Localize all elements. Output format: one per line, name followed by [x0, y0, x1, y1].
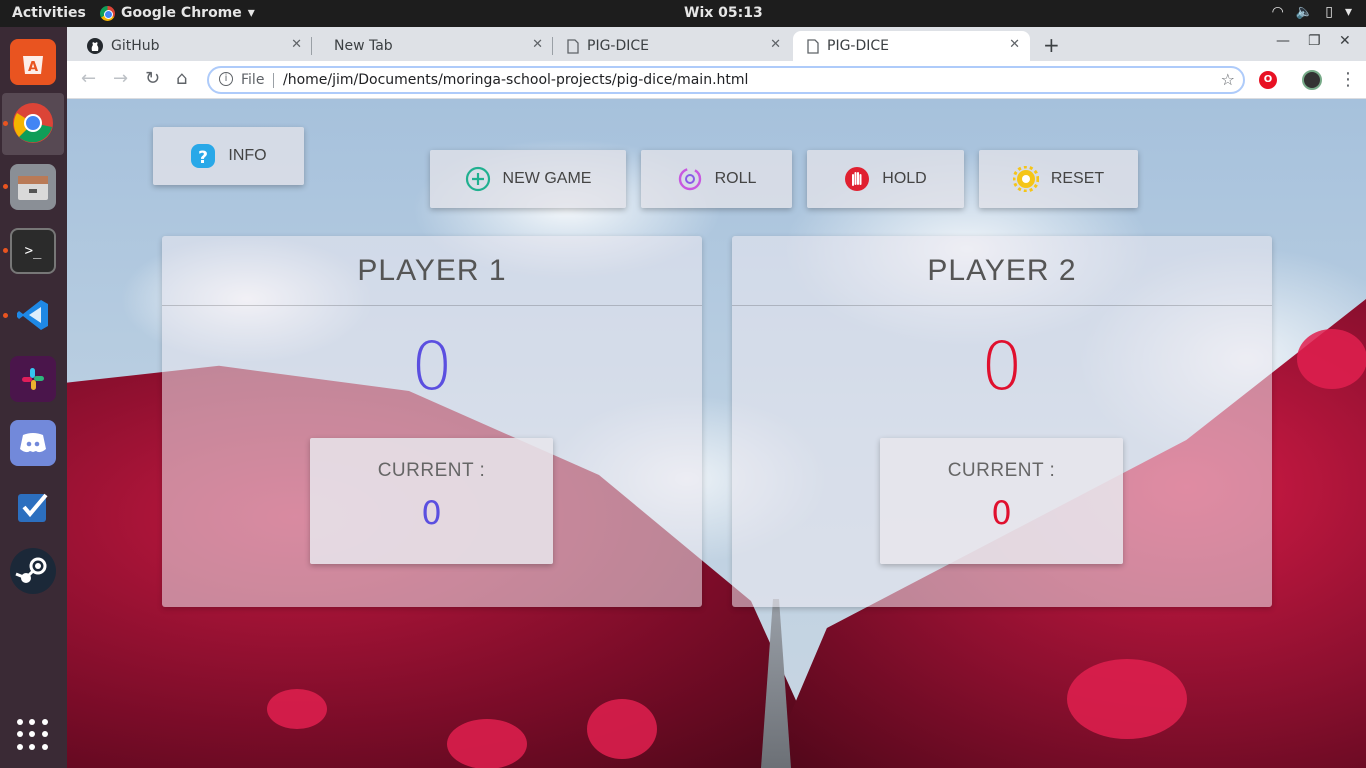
- current-label: CURRENT :: [947, 460, 1056, 481]
- wifi-icon: ◠: [1271, 4, 1284, 20]
- hold-button-label: HOLD: [882, 170, 927, 187]
- new-tab-button[interactable]: +: [1043, 33, 1060, 57]
- tab-pig-dice-active[interactable]: PIG-DICE ✕: [793, 31, 1030, 61]
- tab-pig-dice[interactable]: PIG-DICE ✕: [553, 31, 791, 61]
- battery-icon: ▯: [1325, 4, 1333, 20]
- volume-icon: 🔈: [1295, 4, 1314, 20]
- close-tab-icon[interactable]: ✕: [1009, 37, 1020, 52]
- running-indicator: [3, 313, 8, 318]
- system-top-bar: Activities Google Chrome ▾ Wix 05:13 ◠ 🔈…: [0, 0, 1366, 27]
- info-button-label: INFO: [228, 147, 267, 164]
- reset-button-label: RESET: [1050, 170, 1105, 187]
- page-icon: [807, 38, 819, 54]
- minimize-button[interactable]: —: [1276, 33, 1290, 49]
- system-tray[interactable]: ◠ 🔈 ▯ ▾: [1272, 4, 1352, 20]
- page-icon: [567, 38, 579, 54]
- files-icon[interactable]: [10, 164, 56, 210]
- player-2-name: PLAYER 2: [732, 236, 1272, 306]
- browser-toolbar: ← → ↻ ⌂ i File /home/jim/Documents/morin…: [67, 61, 1366, 99]
- new-game-button-label: NEW GAME: [502, 170, 592, 187]
- address-bar[interactable]: i File /home/jim/Documents/moringa-schoo…: [207, 66, 1245, 94]
- svg-text:?: ?: [198, 148, 208, 168]
- player-2-card: PLAYER 2 0 CURRENT : 0: [732, 236, 1272, 607]
- hand-stop-icon: [844, 166, 870, 192]
- close-tab-icon[interactable]: ✕: [770, 37, 781, 52]
- reload-icon[interactable]: ↻: [145, 68, 160, 89]
- slack-icon[interactable]: [10, 356, 56, 402]
- close-tab-icon[interactable]: ✕: [532, 37, 543, 52]
- reset-button[interactable]: RESET: [979, 150, 1138, 208]
- tab-title: New Tab: [334, 38, 393, 54]
- forward-arrow-icon[interactable]: →: [113, 68, 128, 89]
- chrome-menu-icon[interactable]: ⋮: [1339, 69, 1357, 90]
- running-indicator: [3, 121, 8, 126]
- reset-gear-icon: [1012, 166, 1039, 192]
- background-flower: [447, 719, 527, 768]
- tab-strip: GitHub ✕ New Tab ✕ PIG-DICE ✕ PIG-DICE ✕…: [67, 27, 1366, 61]
- svg-text:A: A: [28, 60, 38, 75]
- profile-avatar-icon[interactable]: [1302, 70, 1322, 90]
- tab-github[interactable]: GitHub ✕: [67, 31, 312, 61]
- running-indicator: [3, 184, 8, 189]
- tab-title: PIG-DICE: [827, 38, 890, 54]
- app-menu-label: Google Chrome: [121, 5, 242, 21]
- chrome-window: GitHub ✕ New Tab ✕ PIG-DICE ✕ PIG-DICE ✕…: [67, 27, 1366, 768]
- roll-button[interactable]: ROLL: [641, 150, 792, 208]
- roll-refresh-icon: [677, 166, 703, 192]
- plus-circle-icon: [465, 166, 491, 192]
- home-icon[interactable]: ⌂: [176, 68, 187, 89]
- scheme-label: File: [241, 72, 265, 88]
- tab-title: PIG-DICE: [587, 38, 650, 54]
- tab-new-tab[interactable]: New Tab ✕: [312, 31, 553, 61]
- player-2-current-value: 0: [991, 494, 1012, 532]
- github-icon: [87, 38, 103, 54]
- terminal-icon[interactable]: >_: [10, 228, 56, 274]
- player-2-score: 0: [981, 328, 1023, 405]
- background-flower: [1067, 659, 1187, 739]
- player-2-current-box: CURRENT : 0: [880, 438, 1123, 564]
- discord-icon[interactable]: [10, 420, 56, 466]
- app-menu[interactable]: Google Chrome ▾: [100, 5, 255, 21]
- player-1-name: PLAYER 1: [162, 236, 702, 306]
- player-1-card: PLAYER 1 0 CURRENT : 0: [162, 236, 702, 607]
- background-flower: [1297, 329, 1366, 389]
- help-icon: ?: [190, 143, 216, 169]
- background-flower: [267, 689, 327, 729]
- show-applications-icon[interactable]: [17, 719, 49, 751]
- player-1-current-value: 0: [421, 494, 442, 532]
- player-1-current-box: CURRENT : 0: [310, 438, 553, 564]
- caret-down-icon: ▾: [247, 5, 255, 21]
- steam-icon[interactable]: [10, 548, 56, 594]
- background-flower: [587, 699, 657, 759]
- omnibox-divider: [273, 73, 274, 88]
- caret-down-icon: ▾: [1344, 4, 1352, 20]
- close-window-button[interactable]: ✕: [1339, 33, 1351, 49]
- info-icon[interactable]: i: [219, 72, 233, 86]
- current-label: CURRENT :: [377, 460, 486, 481]
- player-1-score: 0: [411, 328, 453, 405]
- new-game-button[interactable]: NEW GAME: [430, 150, 626, 208]
- restore-button[interactable]: ❐: [1308, 33, 1321, 49]
- extension-icon[interactable]: O: [1259, 71, 1277, 89]
- dock: A >_: [0, 27, 67, 768]
- info-button[interactable]: ? INFO: [153, 127, 304, 185]
- url-text[interactable]: /home/jim/Documents/moringa-school-proje…: [283, 72, 748, 88]
- activities-button[interactable]: Activities: [12, 5, 86, 21]
- back-arrow-icon[interactable]: ←: [81, 68, 96, 89]
- bookmark-star-icon[interactable]: ☆: [1221, 70, 1235, 89]
- tasks-checkbox-icon[interactable]: [10, 484, 56, 530]
- roll-button-label: ROLL: [714, 170, 757, 187]
- chrome-icon: [100, 5, 115, 21]
- clock[interactable]: Wix 05:13: [684, 5, 763, 21]
- chrome-dock-icon[interactable]: [10, 100, 56, 146]
- close-tab-icon[interactable]: ✕: [291, 37, 302, 52]
- vscode-icon[interactable]: [10, 292, 56, 338]
- page-content: ? INFO NEW GAME ROLL HOLD RESET PLAYER 1…: [67, 99, 1366, 768]
- software-center-icon[interactable]: A: [10, 39, 56, 85]
- running-indicator: [3, 248, 8, 253]
- hold-button[interactable]: HOLD: [807, 150, 964, 208]
- tab-title: GitHub: [111, 38, 160, 54]
